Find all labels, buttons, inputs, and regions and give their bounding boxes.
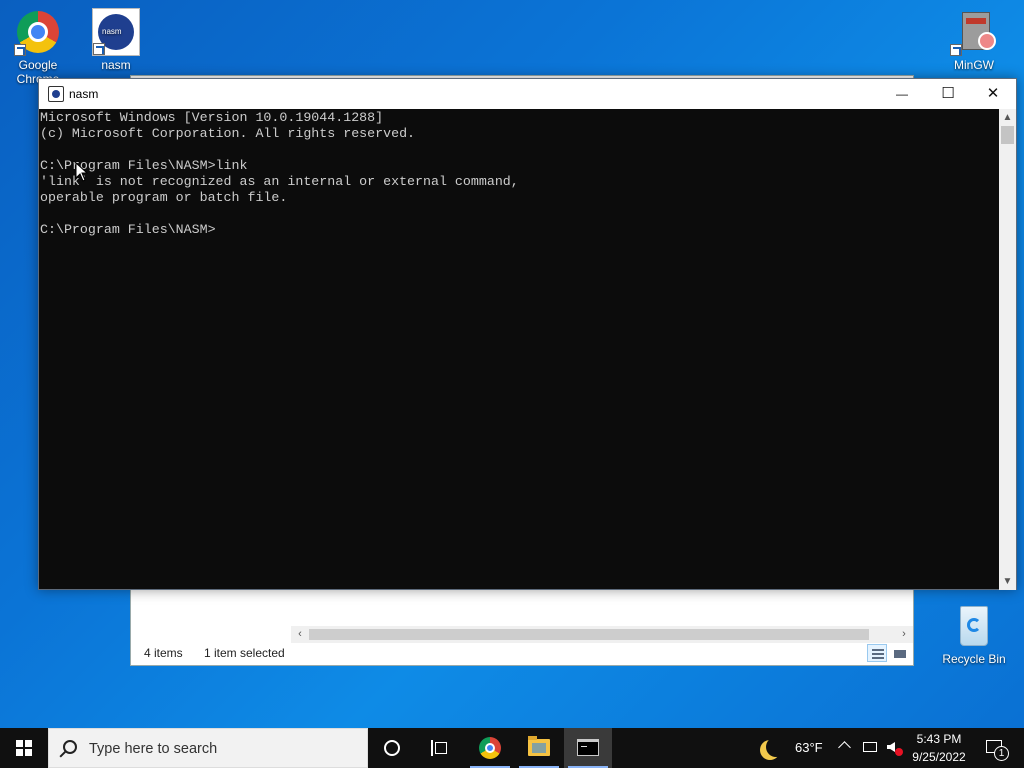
shortcut-arrow-icon xyxy=(14,44,26,56)
command-prompt-window[interactable]: nasm — ☐ ✕ Microsoft Windows [Version 10… xyxy=(38,78,1017,590)
chrome-icon xyxy=(479,737,501,759)
desktop-icon-chrome[interactable]: Google Chrome xyxy=(3,8,73,86)
network-button[interactable] xyxy=(860,728,882,768)
taskbar-chrome[interactable] xyxy=(466,728,514,768)
maximize-icon: ☐ xyxy=(941,85,955,102)
cortana-button[interactable] xyxy=(368,728,416,768)
network-icon xyxy=(863,742,877,752)
details-view-button[interactable] xyxy=(867,644,887,662)
shortcut-arrow-icon xyxy=(950,44,962,56)
taskbar-command-prompt[interactable] xyxy=(564,728,612,768)
search-placeholder: Type here to search xyxy=(89,741,218,757)
scrollbar-thumb[interactable] xyxy=(1001,126,1014,144)
desktop-icon-label: Recycle Bin xyxy=(942,652,1006,666)
task-view-icon xyxy=(431,740,449,756)
console-line: 'link' is not recognized as an internal … xyxy=(40,174,519,189)
console-line: ​ xyxy=(40,206,1001,222)
maximize-button[interactable]: ☐ xyxy=(925,79,971,109)
weather-temperature: 63°F xyxy=(795,740,823,755)
desktop-icon-label: MinGW Installer xyxy=(954,58,994,72)
mingw-installer-icon xyxy=(950,8,998,56)
command-prompt-icon xyxy=(577,739,599,756)
start-button[interactable] xyxy=(0,728,48,768)
task-view-button[interactable] xyxy=(416,728,464,768)
large-icons-view-button[interactable] xyxy=(889,644,909,662)
desktop-icon-mingw[interactable]: MinGW Installer xyxy=(939,8,1009,72)
notification-badge: 1 xyxy=(994,746,1009,761)
scrollbar-thumb[interactable] xyxy=(309,629,869,640)
console-line: Microsoft Windows [Version 10.0.19044.12… xyxy=(40,110,384,125)
close-button[interactable]: ✕ xyxy=(970,79,1016,109)
file-explorer-icon xyxy=(528,736,550,756)
vertical-scrollbar[interactable]: ▲ ▼ xyxy=(999,109,1016,590)
desktop-icon-nasm[interactable]: nasm nasm xyxy=(81,8,151,72)
action-center-button[interactable]: 1 xyxy=(980,728,1016,768)
volume-button[interactable] xyxy=(884,728,906,768)
console-line: ​ xyxy=(40,142,1001,158)
nasm-icon: nasm xyxy=(92,8,140,56)
show-hidden-icons-button[interactable] xyxy=(836,728,856,768)
console-line: operable program or batch file. xyxy=(40,190,288,205)
title-bar[interactable]: nasm — ☐ ✕ xyxy=(39,79,1016,109)
clock-time: 5:43 PM xyxy=(916,732,962,746)
scroll-up-icon[interactable]: ▲ xyxy=(999,109,1016,126)
details-view-icon xyxy=(872,649,884,659)
close-icon: ✕ xyxy=(986,85,1000,102)
minimize-button[interactable]: — xyxy=(879,79,925,109)
console-line: (c) Microsoft Corporation. All rights re… xyxy=(40,126,416,141)
chevron-up-icon xyxy=(838,741,851,754)
console-line: C:\Program Files\NASM>link xyxy=(40,158,248,173)
taskbar: Type here to search 63°F 5:43 PM 9/25/20… xyxy=(0,728,1024,768)
search-icon xyxy=(63,740,77,754)
status-item-count: 4 items xyxy=(144,646,183,660)
scroll-down-icon[interactable]: ▼ xyxy=(999,573,1016,590)
chrome-icon xyxy=(14,8,62,56)
taskbar-search-box[interactable]: Type here to search xyxy=(48,728,368,768)
shortcut-arrow-icon xyxy=(93,43,105,55)
taskbar-file-explorer[interactable] xyxy=(515,728,563,768)
console-prompt-line[interactable]: C:\Program Files\NASM> xyxy=(40,222,1001,238)
large-icons-view-icon xyxy=(894,650,906,658)
desktop-icon-recycle-bin[interactable]: Recycle Bin xyxy=(939,602,1009,666)
cortana-icon xyxy=(384,740,400,756)
console-output[interactable]: Microsoft Windows [Version 10.0.19044.12… xyxy=(39,109,1001,591)
minimize-icon: — xyxy=(896,87,908,101)
desktop-icon-label: nasm xyxy=(101,58,131,72)
moon-icon xyxy=(766,737,786,757)
status-selection: 1 item selected xyxy=(204,646,285,660)
window-title: nasm xyxy=(69,87,99,101)
clock[interactable]: 5:43 PM 9/25/2022 xyxy=(906,731,972,765)
weather-widget[interactable]: 63°F xyxy=(762,728,828,768)
clock-date: 9/25/2022 xyxy=(912,750,966,764)
nasm-app-icon xyxy=(48,86,64,102)
windows-logo-icon xyxy=(16,740,32,756)
mute-badge-icon xyxy=(895,748,903,756)
status-bar: 4 items 1 item selected xyxy=(131,641,913,665)
volume-muted-icon xyxy=(887,742,895,752)
recycle-bin-icon xyxy=(950,602,998,650)
